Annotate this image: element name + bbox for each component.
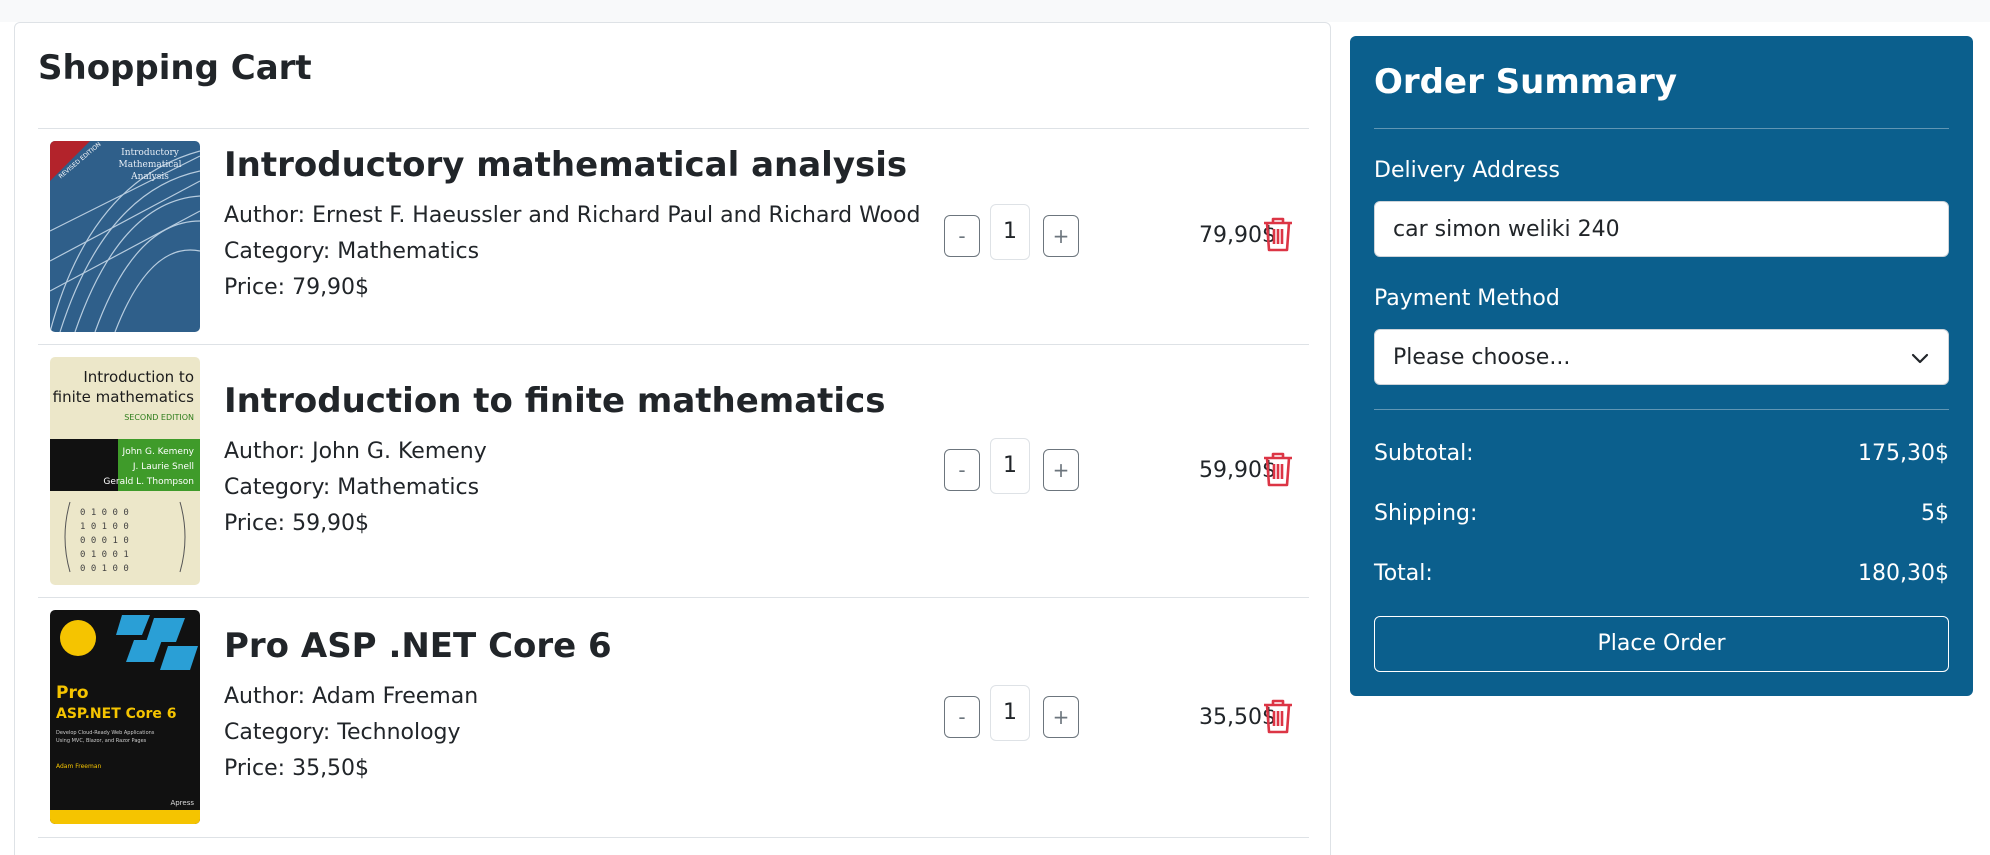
cover-title: Introduction to [83, 368, 194, 386]
increase-quantity-button[interactable]: + [1043, 449, 1079, 491]
cover-publisher: Apress [170, 799, 194, 807]
delivery-address-label: Delivery Address [1374, 158, 1560, 183]
top-bar [0, 0, 1990, 22]
increase-quantity-button[interactable]: + [1043, 696, 1079, 738]
item-author: Author: John G. Kemeny [224, 439, 487, 464]
quantity-value[interactable]: 1 [990, 204, 1030, 260]
divider [38, 837, 1309, 838]
cover-title: finite mathematics [53, 388, 195, 406]
book-cover-image: Introduction to finite mathematics SECON… [50, 357, 200, 585]
item-price: Price: 59,90$ [224, 511, 370, 536]
item-author: Author: Adam Freeman [224, 684, 479, 709]
svg-text:0 0 0 1 0: 0 0 0 1 0 [80, 536, 129, 546]
cover-title: ASP.NET Core 6 [56, 706, 177, 722]
cover-edition: SECOND EDITION [124, 413, 194, 422]
trash-icon[interactable] [1262, 451, 1298, 491]
shipping-label: Shipping: [1374, 501, 1478, 526]
quantity-value[interactable]: 1 [990, 685, 1030, 741]
item-price: Price: 35,50$ [224, 756, 370, 781]
svg-text:Develop Cloud-Ready Web Applic: Develop Cloud-Ready Web Applications [56, 730, 155, 736]
shipping-value: 5$ [1921, 501, 1949, 526]
order-summary-title: Order Summary [1374, 62, 1678, 102]
quantity-value[interactable]: 1 [990, 438, 1030, 494]
item-category: Category: Mathematics [224, 475, 480, 500]
item-category: Category: Technology [224, 720, 461, 745]
decrease-quantity-button[interactable]: - [944, 449, 980, 491]
cover-author: Adam Freeman [56, 763, 101, 770]
cart-item: REVISED EDITION Introductory Mathematica… [38, 129, 1309, 344]
line-total: 79,90$ [1199, 223, 1276, 248]
increase-quantity-button[interactable]: + [1043, 215, 1079, 257]
cover-author: John G. Kemeny [122, 447, 195, 457]
page-title: Shopping Cart [38, 48, 312, 88]
subtotal-label: Subtotal: [1374, 441, 1474, 466]
cover-title: Mathematical [119, 160, 182, 170]
cart-item: Pro ASP.NET Core 6 Develop Cloud-Ready W… [38, 598, 1309, 838]
cover-title: Analysis [130, 172, 169, 182]
trash-icon[interactable] [1262, 216, 1298, 256]
line-total: 35,50$ [1199, 705, 1276, 730]
cover-author: Gerald L. Thompson [103, 477, 194, 487]
divider [1374, 128, 1949, 129]
item-category: Category: Mathematics [224, 239, 480, 264]
svg-text:1 0 1 0 0: 1 0 1 0 0 [80, 522, 129, 532]
trash-icon[interactable] [1262, 698, 1298, 738]
book-cover-image: REVISED EDITION Introductory Mathematica… [50, 141, 200, 332]
subtotal-value: 175,30$ [1858, 441, 1949, 466]
svg-text:0 1 0 0 0: 0 1 0 0 0 [80, 508, 129, 518]
item-price: Price: 79,90$ [224, 275, 370, 300]
payment-method-selected: Please choose... [1393, 345, 1571, 370]
delivery-address-input[interactable]: car simon weliki 240 [1374, 201, 1949, 257]
total-value: 180,30$ [1858, 561, 1949, 586]
cover-title: Pro [56, 683, 89, 703]
book-cover-image: Pro ASP.NET Core 6 Develop Cloud-Ready W… [50, 610, 200, 824]
place-order-button[interactable]: Place Order [1374, 616, 1949, 672]
cover-title: Introductory [121, 148, 180, 158]
svg-text:Using MVC, Blazor, and Razor P: Using MVC, Blazor, and Razor Pages [56, 738, 147, 744]
svg-text:0 1 0 0 1: 0 1 0 0 1 [80, 550, 129, 560]
payment-method-select[interactable]: Please choose... [1374, 329, 1949, 385]
chevron-down-icon [1911, 353, 1929, 364]
divider [1374, 409, 1949, 410]
order-summary-panel: Order Summary Delivery Address car simon… [1350, 36, 1973, 696]
cart-item: Introduction to finite mathematics SECON… [38, 345, 1309, 597]
svg-text:0 0 1 0 0: 0 0 1 0 0 [80, 564, 129, 574]
decrease-quantity-button[interactable]: - [944, 215, 980, 257]
cover-author: J. Laurie Snell [132, 462, 194, 472]
line-total: 59,90$ [1199, 458, 1276, 483]
payment-method-label: Payment Method [1374, 286, 1560, 311]
total-label: Total: [1374, 561, 1433, 586]
item-title: Introduction to finite mathematics [224, 381, 886, 421]
item-author: Author: Ernest F. Haeussler and Richard … [224, 203, 921, 228]
decrease-quantity-button[interactable]: - [944, 696, 980, 738]
item-title: Introductory mathematical analysis [224, 145, 908, 185]
item-title: Pro ASP .NET Core 6 [224, 626, 612, 666]
